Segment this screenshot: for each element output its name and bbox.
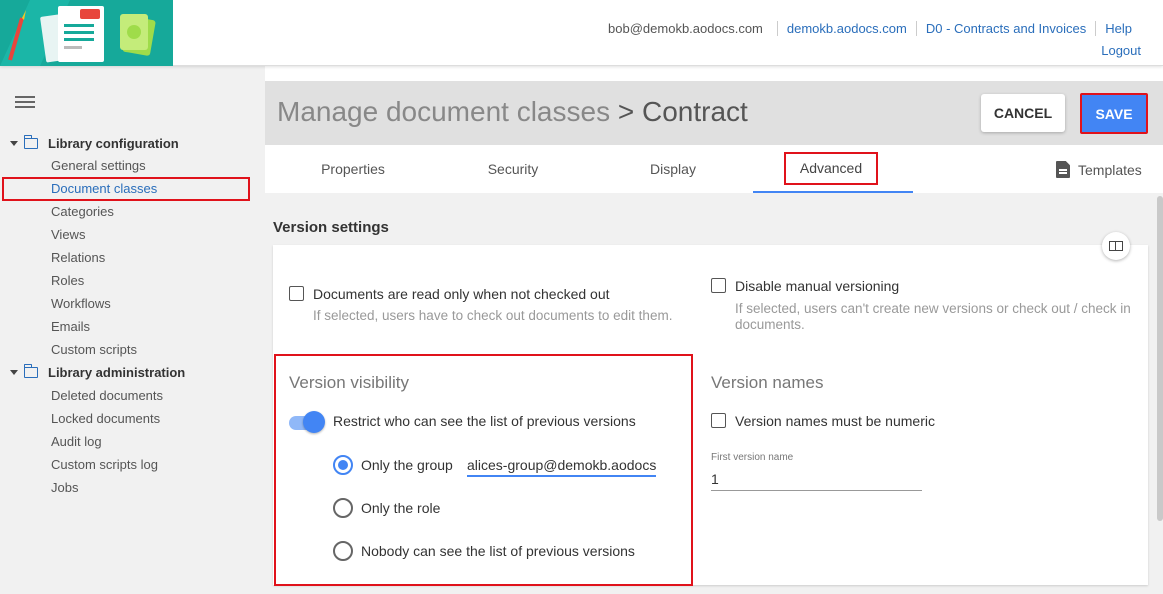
sidebar-section-library-configuration[interactable]: Library configuration: [10, 135, 179, 151]
sidebar-item-relations[interactable]: Relations: [51, 250, 105, 265]
section-label: Library administration: [48, 365, 186, 380]
version-names-title: Version names: [711, 373, 824, 392]
sidebar-item-roles[interactable]: Roles: [51, 273, 84, 288]
sidebar-item-general-settings[interactable]: General settings: [51, 158, 146, 173]
restrict-toggle-label: Restrict who can see the list of previou…: [333, 413, 636, 429]
sidebar-item-custom-scripts[interactable]: Custom scripts: [51, 342, 137, 357]
numeric-names-label: Version names must be numeric: [735, 413, 935, 429]
vertical-scrollbar[interactable]: [1157, 196, 1163, 521]
radio-nobody-label: Nobody can see the list of previous vers…: [361, 543, 635, 559]
version-settings-card: Documents are read only when not checked…: [273, 232, 1148, 586]
link-logout[interactable]: Logout: [1101, 43, 1141, 58]
sidebar-item-jobs[interactable]: Jobs: [51, 480, 78, 495]
radio-nobody[interactable]: [333, 541, 353, 561]
tab-security[interactable]: Security: [433, 147, 593, 193]
caret-down-icon: [10, 141, 18, 146]
sidebar-item-deleted-documents[interactable]: Deleted documents: [51, 388, 163, 403]
hamburger-menu-icon[interactable]: [15, 96, 35, 108]
sidebar-section-library-administration[interactable]: Library administration: [10, 364, 186, 380]
section-label: Library configuration: [48, 136, 179, 151]
link-domain[interactable]: demokb.aodocs.com: [776, 21, 916, 36]
restrict-toggle[interactable]: [303, 411, 325, 433]
folder-icon: [23, 364, 38, 378]
tab-bar: Properties Security Display Advanced Tem…: [273, 147, 1163, 193]
sidebar-item-locked-documents[interactable]: Locked documents: [51, 411, 160, 426]
section-title-version-settings: Version settings: [273, 219, 389, 236]
sidebar-item-views[interactable]: Views: [51, 227, 85, 242]
app-header: bob@demokb.aodocs.com demokb.aodocs.com …: [0, 0, 1163, 66]
sidebar: Library configuration General settings D…: [0, 66, 265, 594]
first-version-name-input[interactable]: [711, 467, 922, 491]
page-title-bar: Manage document classes > Contract CANCE…: [265, 81, 1163, 145]
link-help[interactable]: Help: [1095, 21, 1141, 36]
sidebar-item-categories[interactable]: Categories: [51, 204, 114, 219]
read-only-hint: If selected, users have to check out doc…: [313, 308, 673, 323]
page-title-main: Manage document classes: [277, 96, 611, 127]
document-icon: [1056, 161, 1070, 178]
caret-down-icon: [10, 370, 18, 375]
page-title: Manage document classes > Contract: [277, 96, 748, 128]
sidebar-item-custom-scripts-log[interactable]: Custom scripts log: [51, 457, 158, 472]
radio-only-group[interactable]: [333, 455, 353, 475]
radio-only-role[interactable]: [333, 498, 353, 518]
group-email-input[interactable]: [467, 454, 656, 477]
numeric-names-checkbox[interactable]: [711, 413, 726, 428]
read-only-checkbox[interactable]: [289, 286, 304, 301]
templates-label: Templates: [1078, 161, 1142, 178]
logo-illustration: [0, 0, 173, 66]
book-icon: [1109, 241, 1123, 251]
sidebar-item-audit-log[interactable]: Audit log: [51, 434, 102, 449]
app-logo[interactable]: [0, 0, 173, 66]
templates-button[interactable]: Templates: [1056, 161, 1142, 178]
folder-icon: [23, 135, 38, 149]
cancel-button[interactable]: CANCEL: [981, 94, 1065, 132]
disable-manual-versioning-hint: If selected, users can't create new vers…: [735, 301, 1131, 332]
sidebar-item-emails[interactable]: Emails: [51, 319, 90, 334]
help-book-button[interactable]: [1102, 232, 1130, 260]
tab-display[interactable]: Display: [593, 147, 753, 193]
disable-manual-versioning-label: Disable manual versioning: [735, 278, 900, 294]
radio-only-group-label: Only the group: [361, 457, 453, 473]
tab-advanced-label: Advanced: [784, 152, 878, 185]
version-visibility-title: Version visibility: [289, 373, 409, 392]
disable-manual-versioning-checkbox[interactable]: [711, 278, 726, 293]
link-library[interactable]: D0 - Contracts and Invoices: [915, 21, 1095, 36]
read-only-label: Documents are read only when not checked…: [313, 286, 610, 302]
first-version-name-label: First version name: [711, 452, 794, 463]
radio-only-role-label: Only the role: [361, 500, 441, 516]
sidebar-item-document-classes[interactable]: Document classes: [51, 181, 157, 196]
user-email: bob@demokb.aodocs.com: [608, 21, 763, 36]
top-links: bob@demokb.aodocs.com demokb.aodocs.com …: [608, 21, 1141, 36]
tab-advanced[interactable]: Advanced: [753, 147, 913, 193]
tab-properties[interactable]: Properties: [273, 147, 433, 193]
page-title-class: > Contract: [617, 96, 748, 127]
sidebar-item-workflows[interactable]: Workflows: [51, 296, 111, 311]
save-button[interactable]: SAVE: [1080, 93, 1148, 134]
